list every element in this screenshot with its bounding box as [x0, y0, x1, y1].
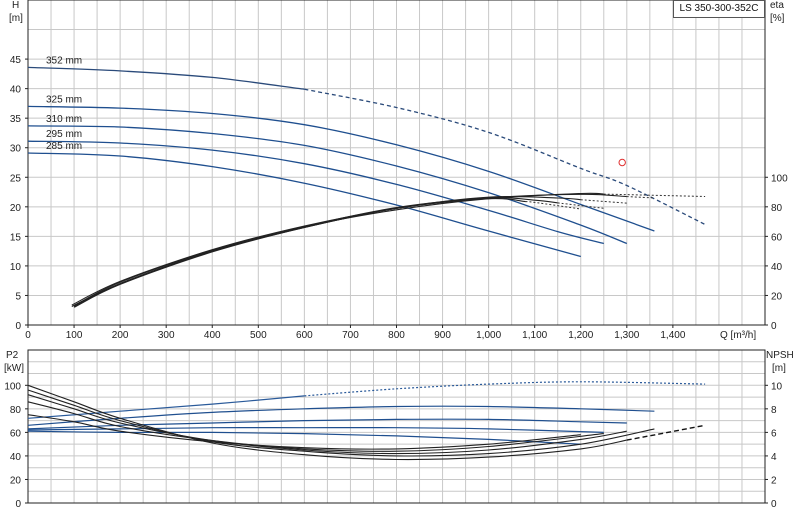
y-axis-label-left: P2	[6, 350, 19, 361]
x-tick-label: 1,400	[660, 330, 685, 341]
y-tick-label-right: 80	[771, 203, 783, 214]
efficiency-curve	[73, 197, 526, 308]
y-tick-label-left: 30	[10, 144, 22, 155]
head-curve-label: 310 mm	[46, 114, 82, 125]
y-tick-label-left: 45	[10, 55, 22, 66]
x-tick-label: 1,000	[476, 330, 501, 341]
y-axis-label-right: NPSH	[766, 350, 794, 361]
y-tick-label-right: 10	[771, 381, 783, 392]
y-tick-label-left: 5	[15, 291, 21, 302]
y-tick-label-right: 60	[771, 232, 783, 243]
y-axis-unit-right: [%]	[770, 13, 785, 24]
efficiency-curve	[71, 193, 627, 306]
y-axis-label-left: H	[12, 0, 19, 11]
y-tick-label-right: 6	[771, 428, 777, 439]
y-axis-unit-left: [kW]	[4, 363, 24, 374]
head-curve	[27, 105, 655, 232]
efficiency-curve	[73, 197, 558, 307]
model-title-box: LS 350-300-352C	[673, 0, 765, 18]
y-tick-label-right: 0	[771, 321, 777, 332]
x-tick-label: 700	[342, 330, 359, 341]
head-curve-label: 352 mm	[46, 55, 82, 66]
efficiency-curve	[71, 192, 604, 307]
head-curve	[27, 140, 604, 245]
x-tick-label: 1,300	[614, 330, 639, 341]
x-tick-label: 400	[204, 330, 221, 341]
operating-point-marker	[618, 158, 626, 167]
x-tick-label: 500	[250, 330, 267, 341]
y-tick-label-left: 100	[4, 381, 21, 392]
y-tick-label-left: 25	[10, 173, 22, 184]
x-tick-label: 300	[158, 330, 175, 341]
y-tick-label-right: 0	[771, 499, 777, 510]
y-tick-label-left: 0	[15, 499, 21, 510]
x-tick-label: 900	[434, 330, 451, 341]
x-tick-label: 200	[112, 330, 129, 341]
model-title: LS 350-300-352C	[679, 3, 759, 14]
pump-curve-chart: 0 100 200 300 400 500 600 700 800 900 1,000 1,100 1,…	[0, 0, 800, 520]
head-curve-label: 325 mm	[46, 94, 82, 105]
y-tick-label-left: 15	[10, 232, 22, 243]
head-curve-label: 285 mm	[46, 141, 82, 152]
pump-curve-svg: 0 100 200 300 400 500 600 700 800 900 1,000 1,100 1,…	[4, 0, 794, 510]
y-axis-unit-right: [m]	[772, 363, 786, 374]
x-tick-label: 0	[25, 330, 31, 341]
head-curve-label: 295 mm	[46, 129, 82, 140]
y-tick-label-right: 100	[771, 173, 788, 184]
y-tick-label-right: 4	[771, 452, 777, 463]
x-tick-label: 1,200	[568, 330, 593, 341]
x-tick-label: 100	[66, 330, 83, 341]
x-tick-label: 800	[388, 330, 405, 341]
y-axis-unit-left: [m]	[9, 13, 23, 24]
x-axis-label: Q [m³/h]	[720, 330, 756, 341]
y-tick-label-left: 35	[10, 114, 22, 125]
power-curve-dashed	[304, 381, 706, 397]
y-tick-label-right: 20	[771, 291, 783, 302]
y-tick-label-left: 20	[10, 475, 22, 486]
head-curve-dashed	[304, 88, 706, 226]
y-tick-label-left: 60	[10, 428, 22, 439]
axis-labels: 0 100 200 300 400 500 600 700 800 900 1,000 1,100 1,…	[4, 0, 794, 510]
y-tick-label-right: 40	[771, 262, 783, 273]
y-axis-label-right: eta	[770, 0, 784, 11]
y-tick-label-left: 40	[10, 452, 22, 463]
y-tick-label-right: 8	[771, 405, 777, 416]
y-tick-label-left: 40	[10, 85, 22, 96]
y-tick-label-left: 80	[10, 405, 22, 416]
x-tick-label: 600	[296, 330, 313, 341]
y-tick-label-left: 10	[10, 262, 22, 273]
x-tick-label: 1,100	[522, 330, 547, 341]
y-tick-label-left: 20	[10, 203, 22, 214]
y-tick-label-left: 0	[15, 321, 21, 332]
y-tick-label-right: 2	[771, 475, 777, 486]
bottom-grid	[27, 349, 766, 504]
